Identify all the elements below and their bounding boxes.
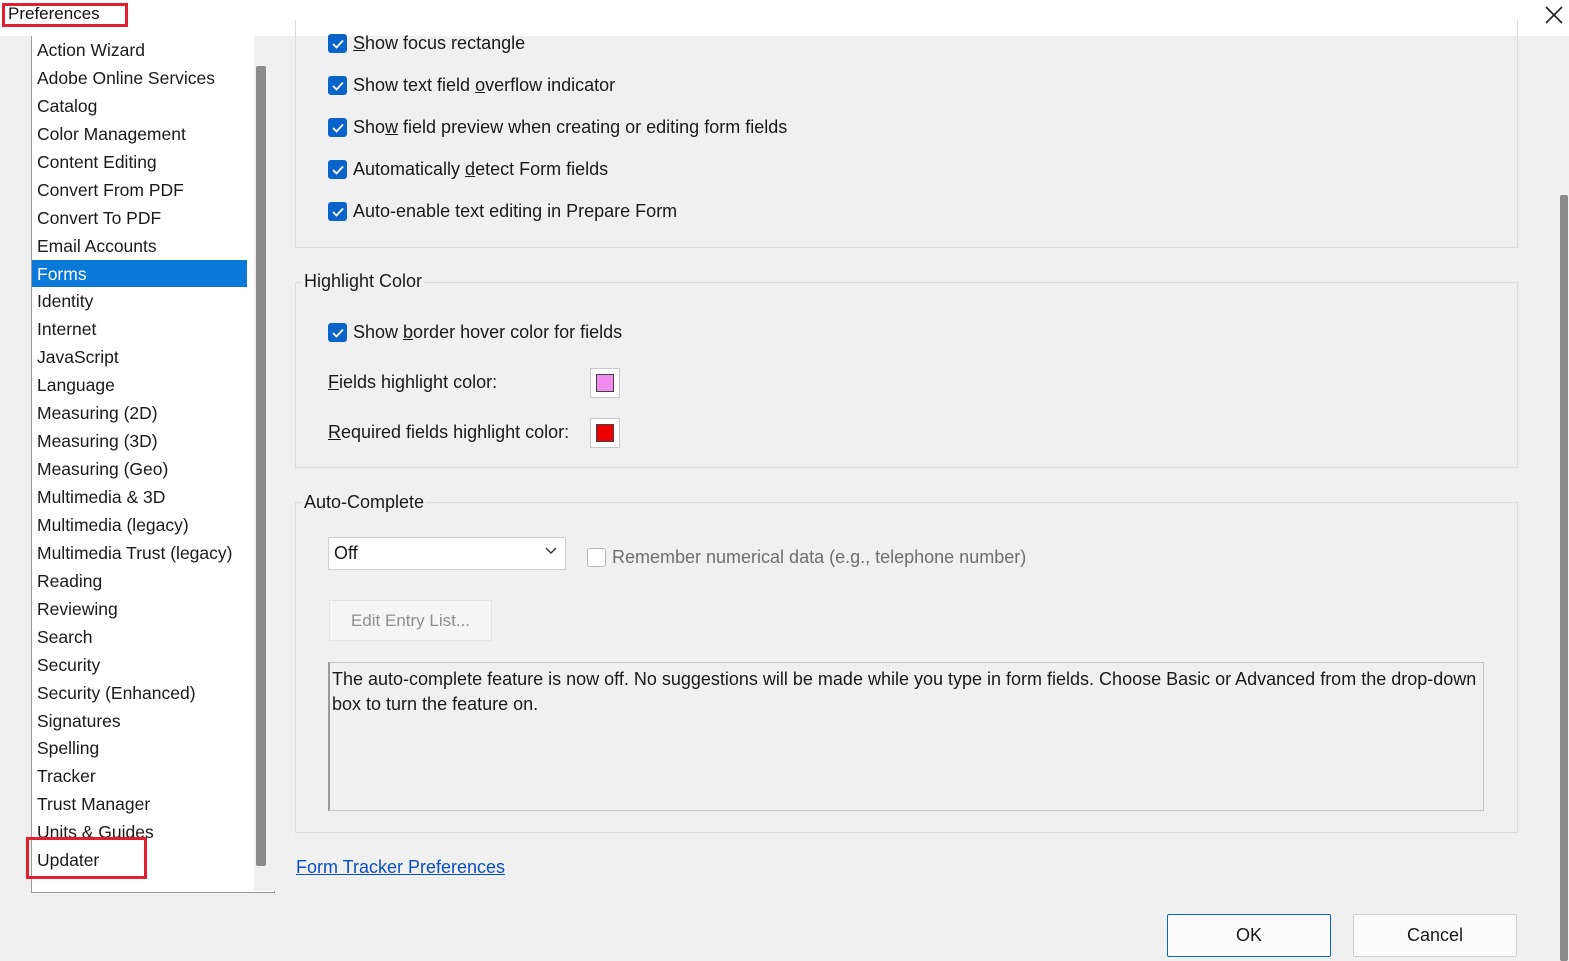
sidebar-item-language[interactable]: Language [32, 371, 247, 399]
sidebar-item-multimedia-3d[interactable]: Multimedia & 3D [32, 483, 247, 511]
auto-detect-form-fields-checkbox[interactable] [328, 160, 347, 179]
sidebar-item-security-enhanced[interactable]: Security (Enhanced) [32, 679, 247, 707]
sidebar-item-measuring-geo[interactable]: Measuring (Geo) [32, 455, 247, 483]
remember-numerical-data-checkbox[interactable] [587, 548, 606, 567]
close-button[interactable] [1538, 0, 1569, 30]
auto-complete-mode-select[interactable]: Off [328, 537, 566, 570]
preferences-category-list[interactable]: Action Wizard Adobe Online Services Catalo… [31, 36, 275, 893]
check-icon [331, 207, 344, 217]
auto-complete-group-label: Auto-Complete [302, 492, 427, 513]
form-tracker-preferences-link[interactable]: Form Tracker Preferences [296, 857, 505, 878]
sidebar-item-signatures[interactable]: Signatures [32, 707, 247, 735]
sidebar-item-identity[interactable]: Identity [32, 287, 247, 315]
sidebar-item-reading[interactable]: Reading [32, 567, 247, 595]
sidebar-item-security[interactable]: Security [32, 651, 247, 679]
sidebar-item-javascript[interactable]: JavaScript [32, 343, 247, 371]
auto-detect-form-fields-row[interactable]: Automatically detect Form fields [328, 159, 608, 180]
auto-enable-text-editing-label: Auto-enable text editing in Prepare Form [353, 201, 678, 221]
sidebar-item-multimedia-legacy[interactable]: Multimedia (legacy) [32, 511, 247, 539]
sidebar-item-catalog[interactable]: Catalog [32, 92, 247, 120]
fields-highlight-color-swatch[interactable] [590, 368, 620, 398]
sidebar-scrollbar-thumb[interactable] [256, 66, 266, 866]
check-icon [331, 165, 344, 175]
check-icon [331, 81, 344, 91]
cancel-button[interactable]: Cancel [1353, 914, 1517, 957]
show-border-hover-label: Show border hover color for fields [353, 322, 623, 342]
required-fields-highlight-color-label: Required fields highlight color: [328, 422, 570, 442]
sidebar-item-spelling[interactable]: Spelling [32, 734, 247, 762]
show-focus-rectangle-row[interactable]: Show focus rectangle [328, 33, 525, 54]
sidebar-item-measuring-2d[interactable]: Measuring (2D) [32, 399, 247, 427]
sidebar-item-reviewing[interactable]: Reviewing [32, 595, 247, 623]
show-focus-rectangle-checkbox[interactable] [328, 34, 347, 53]
fields-highlight-color-fill [596, 374, 614, 392]
sidebar-item-color-management[interactable]: Color Management [32, 120, 247, 148]
edit-entry-list-button[interactable]: Edit Entry List... [329, 600, 492, 641]
show-border-hover-checkbox[interactable] [328, 323, 347, 342]
show-field-preview-row[interactable]: Show field preview when creating or edit… [328, 117, 787, 138]
remember-numerical-data-row[interactable]: Remember numerical data (e.g., telephone… [587, 547, 1026, 568]
sidebar-item-forms[interactable]: Forms [32, 259, 247, 288]
ok-button[interactable]: OK [1167, 914, 1331, 957]
sidebar-item-measuring-3d[interactable]: Measuring (3D) [32, 427, 247, 455]
required-fields-highlight-color-fill [596, 424, 614, 442]
sidebar-item-action-wizard[interactable]: Action Wizard [32, 36, 247, 64]
show-overflow-indicator-row[interactable]: Show text field overflow indicator [328, 75, 615, 96]
show-field-preview-label: Show field preview when creating or edit… [353, 117, 788, 137]
remember-numerical-data-label: Remember numerical data (e.g., telephone… [612, 547, 1027, 567]
show-focus-rectangle-label: Show focus rectangle [353, 33, 526, 53]
auto-complete-mode-value: Off [334, 543, 358, 563]
fields-highlight-color-label: Fields highlight color: [328, 372, 498, 392]
sidebar-item-email-accounts[interactable]: Email Accounts [32, 232, 247, 260]
check-icon [331, 39, 344, 49]
sidebar-item-content-editing[interactable]: Content Editing [32, 148, 247, 176]
content-scrollbar-thumb[interactable] [1560, 195, 1568, 961]
show-field-preview-checkbox[interactable] [328, 118, 347, 137]
show-overflow-indicator-label: Show text field overflow indicator [353, 75, 616, 95]
check-icon [331, 123, 344, 133]
sidebar-item-internet[interactable]: Internet [32, 315, 247, 343]
category-list-items: Action Wizard Adobe Online Services Catalo… [32, 36, 247, 874]
required-fields-highlight-color-swatch[interactable] [590, 418, 620, 448]
check-icon [331, 328, 344, 338]
sidebar-item-tracker[interactable]: Tracker [32, 762, 247, 790]
close-icon [1544, 6, 1563, 24]
auto-enable-text-editing-row[interactable]: Auto-enable text editing in Prepare Form [328, 201, 677, 222]
chevron-down-icon [545, 547, 557, 554]
sidebar-item-trust-manager[interactable]: Trust Manager [32, 790, 247, 818]
title-highlight-annotation [2, 3, 128, 27]
sidebar-item-convert-to-pdf[interactable]: Convert To PDF [32, 204, 247, 232]
sidebar-item-convert-from-pdf[interactable]: Convert From PDF [32, 176, 247, 204]
auto-enable-text-editing-checkbox[interactable] [328, 202, 347, 221]
show-border-hover-row[interactable]: Show border hover color for fields [328, 322, 622, 343]
sidebar-item-search[interactable]: Search [32, 623, 247, 651]
auto-complete-description: The auto-complete feature is now off. No… [328, 662, 1484, 811]
sidebar-item-multimedia-trust-legacy[interactable]: Multimedia Trust (legacy) [32, 539, 247, 567]
auto-detect-form-fields-label: Automatically detect Form fields [353, 159, 609, 179]
updater-highlight-annotation [26, 837, 147, 879]
show-overflow-indicator-checkbox[interactable] [328, 76, 347, 95]
highlight-color-group-label: Highlight Color [302, 271, 425, 292]
sidebar-item-adobe-online-services[interactable]: Adobe Online Services [32, 64, 247, 92]
